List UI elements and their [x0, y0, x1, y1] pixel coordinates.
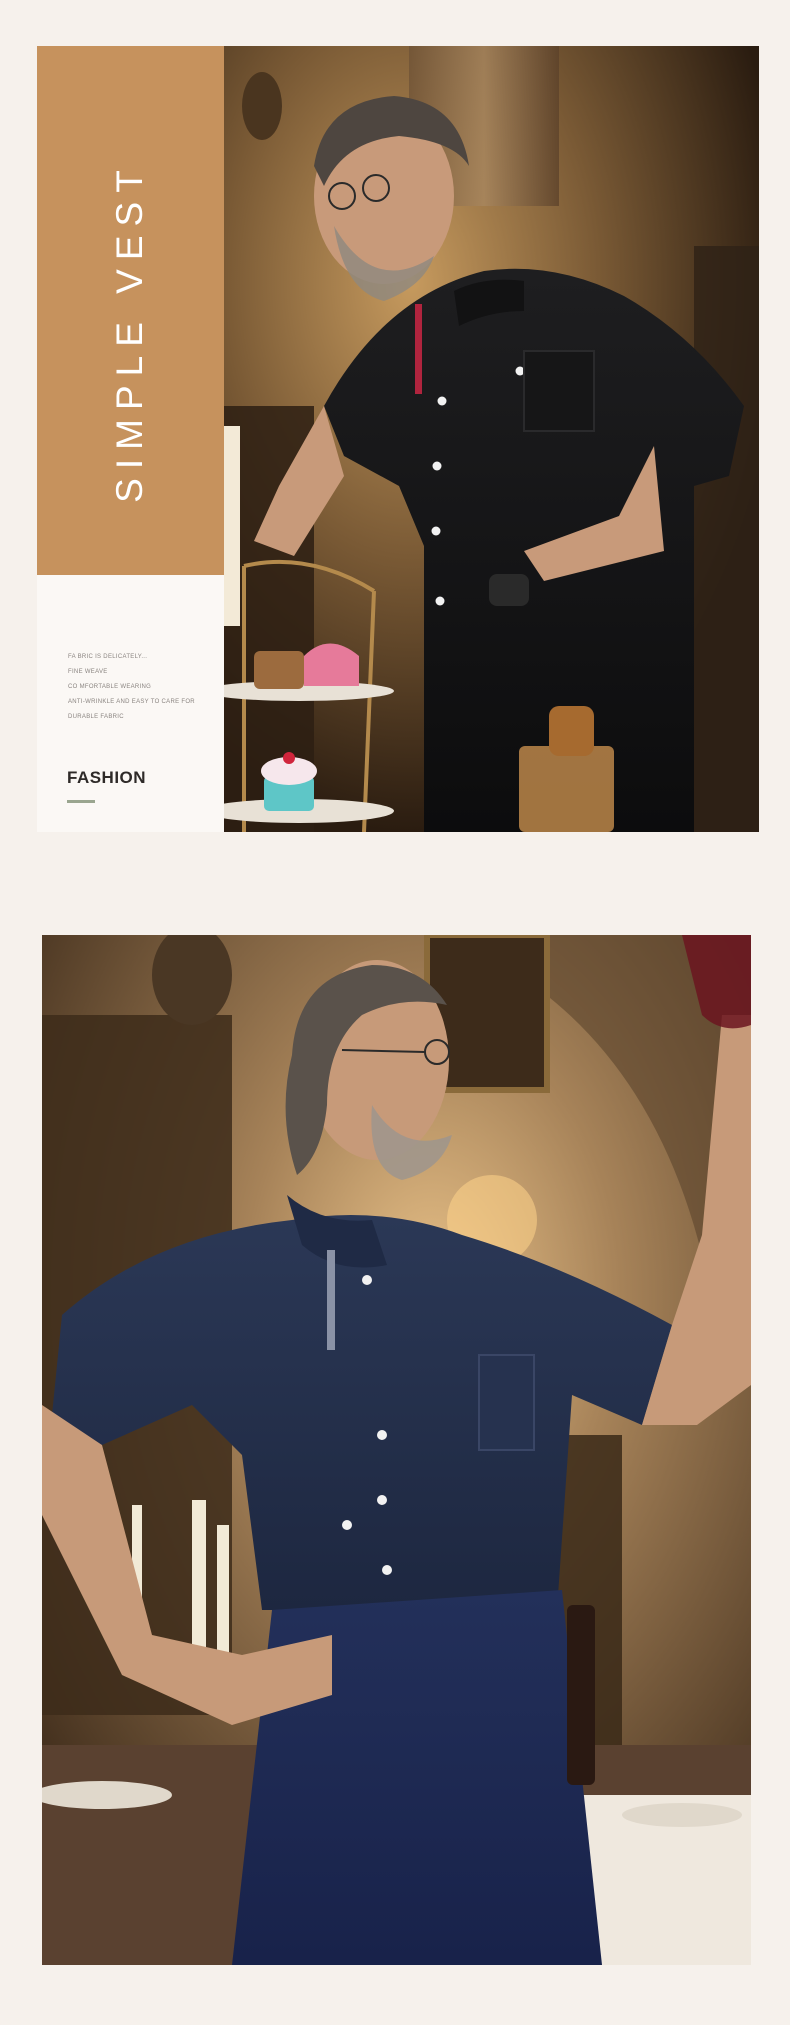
vertical-title: SIMPLE VEST	[109, 161, 150, 503]
product-photo-navy-jacket	[42, 935, 751, 1965]
photo-illustration	[42, 935, 751, 1965]
section-label: FASHION	[67, 768, 147, 787]
photo-illustration	[224, 46, 759, 832]
label-underline	[67, 800, 95, 803]
feature-line: CO MFORTABLE WEARING	[68, 684, 152, 690]
feature-line: ANTI-WRINKLE AND EASY TO CARE FOR	[68, 699, 195, 705]
feature-line: FA BRIC IS DELICATELY...	[68, 654, 148, 660]
hero-panel-1: SIMPLE VEST FA BRIC IS DELICATELY... FIN…	[37, 46, 759, 832]
feature-line: DURABLE FABRIC	[68, 714, 124, 720]
feature-line: FINE WEAVE	[68, 669, 108, 675]
product-photo-black-jacket	[224, 46, 759, 832]
title-color-block: SIMPLE VEST	[37, 46, 224, 575]
feature-list: FA BRIC IS DELICATELY... FINE WEAVE CO M…	[68, 650, 218, 725]
